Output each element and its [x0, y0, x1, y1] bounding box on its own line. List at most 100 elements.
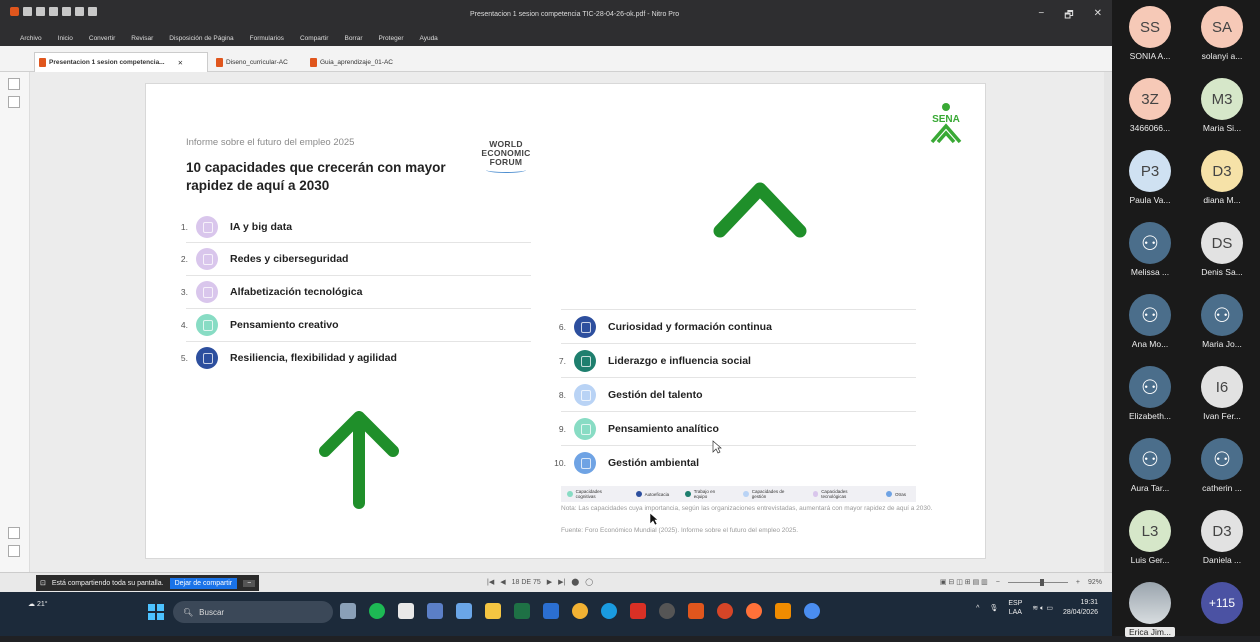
item-number: 10.: [554, 458, 566, 468]
participant-tile[interactable]: ⚇ Elizabeth...: [1114, 366, 1186, 421]
file-explorer-icon[interactable]: [485, 603, 501, 619]
participant-tile[interactable]: ⚇ Maria Jo...: [1186, 294, 1258, 349]
menu-borrar[interactable]: Borrar: [344, 35, 362, 42]
weather-widget[interactable]: ☁ 21°: [28, 600, 48, 608]
view-mode-icons[interactable]: ▣ ⊟ ◫ ⊞ ▤ ▥: [940, 578, 988, 586]
last-page-icon[interactable]: ▶|: [558, 578, 565, 586]
screen: Presentacion 1 sesion competencia TIC-28…: [0, 0, 1112, 636]
menu-revisar[interactable]: Revisar: [131, 35, 153, 42]
participant-tile[interactable]: D3 diana M...: [1186, 150, 1258, 205]
chrome-icon[interactable]: [572, 603, 588, 619]
save-icon[interactable]: [36, 7, 45, 16]
legend-label: Autoeficacia: [644, 491, 670, 497]
zoom-in-icon[interactable]: +: [1076, 579, 1080, 586]
user-silhouette-icon: ⚇: [1129, 294, 1171, 336]
tab-guia-aprendizaje[interactable]: Guia_aprendizaje_01-AC: [306, 52, 397, 72]
participant-tile[interactable]: I6 Ivan Fer...: [1186, 366, 1258, 421]
participant-tile[interactable]: L3 Luis Ger...: [1114, 510, 1186, 565]
menu-proteger[interactable]: Proteger: [379, 35, 404, 42]
menu-ayuda[interactable]: Ayuda: [419, 35, 437, 42]
select-icon[interactable]: [88, 7, 97, 16]
stop-sharing-button[interactable]: Dejar de compartir: [169, 577, 238, 589]
app-icon[interactable]: [427, 603, 443, 619]
vlc-icon[interactable]: [775, 603, 791, 619]
zoom-slider[interactable]: [1007, 578, 1068, 586]
comments-panel-icon[interactable]: [8, 527, 20, 539]
zoom-level[interactable]: 92%: [1088, 579, 1102, 586]
app-icon[interactable]: [804, 603, 820, 619]
participant-tile[interactable]: Erica Jim...: [1114, 582, 1186, 642]
show-hidden-icons-icon[interactable]: ^: [976, 605, 979, 612]
menu-disposicion[interactable]: Disposición de Página: [169, 35, 233, 42]
excel-icon[interactable]: [514, 603, 530, 619]
page-indicator[interactable]: 18 DE 75: [512, 579, 541, 586]
undo-icon[interactable]: [62, 7, 71, 16]
bookmarks-panel-icon[interactable]: [8, 96, 20, 108]
app-icon[interactable]: [456, 603, 472, 619]
minimize-share-banner-button[interactable]: −: [243, 579, 256, 587]
tab-presentacion[interactable]: Presentacion 1 sesion competencia... ✕: [34, 52, 208, 72]
weather-icon: ☁: [28, 601, 35, 608]
tab-diseno-curricular[interactable]: Diseno_curricular-AC: [212, 52, 292, 72]
clock[interactable]: 19:31 28/04/2026: [1063, 598, 1098, 618]
taskbar-search[interactable]: 🔍︎ Buscar: [173, 601, 333, 623]
sena-logo: SENA: [930, 103, 962, 144]
open-icon[interactable]: [23, 7, 32, 16]
language-indicator[interactable]: ESP LAA: [1008, 599, 1022, 617]
participant-name: Maria Jo...: [1202, 339, 1242, 349]
windows-start-icon[interactable]: [148, 604, 164, 620]
menu-inicio[interactable]: Inicio: [58, 35, 73, 42]
previous-page-icon[interactable]: ◀: [500, 578, 505, 586]
participant-tile[interactable]: ⚇ Aura Tar...: [1114, 438, 1186, 493]
participant-tile[interactable]: M3 Maria Si...: [1186, 78, 1258, 133]
divider: [186, 242, 531, 243]
zoom-out-icon[interactable]: −: [996, 579, 1000, 586]
close-window-button[interactable]: ✕: [1094, 8, 1102, 25]
first-page-icon[interactable]: |◀: [487, 578, 494, 586]
nitro-icon[interactable]: [688, 603, 704, 619]
user-silhouette-icon: ⚇: [1201, 438, 1243, 480]
app-icon[interactable]: [717, 603, 733, 619]
participant-tile[interactable]: ⚇ Melissa ...: [1114, 222, 1186, 277]
divider: [561, 343, 916, 344]
go-back-icon[interactable]: ⬤: [571, 578, 579, 586]
participant-tile[interactable]: 3Z 3466066...: [1114, 78, 1186, 133]
print-icon[interactable]: [49, 7, 58, 16]
firefox-icon[interactable]: [746, 603, 762, 619]
participant-tile[interactable]: DS Denis Sa...: [1186, 222, 1258, 277]
microphone-icon[interactable]: 🎙︎: [989, 604, 998, 612]
participant-tile[interactable]: SA solanyi a...: [1186, 6, 1258, 61]
quick-access-toolbar: [10, 7, 97, 16]
pages-panel-icon[interactable]: [8, 78, 20, 90]
wef-logo-arc: [486, 167, 526, 173]
app-icon[interactable]: [543, 603, 559, 619]
app-icon[interactable]: [659, 603, 675, 619]
participant-tile[interactable]: D3 Daniela ...: [1186, 510, 1258, 565]
edge-icon[interactable]: [601, 603, 617, 619]
wifi-sound-battery-icons[interactable]: ≋ 🔈︎ ▭: [1032, 604, 1053, 613]
menu-archivo[interactable]: Archivo: [20, 35, 42, 42]
go-forward-icon[interactable]: ◯: [585, 578, 593, 586]
participant-tile[interactable]: ⚇ Ana Mo...: [1114, 294, 1186, 349]
participant-tile[interactable]: P3 Paula Va...: [1114, 150, 1186, 205]
vertical-scrollbar[interactable]: [1104, 72, 1112, 572]
participant-name: Elizabeth...: [1128, 411, 1172, 421]
menu-compartir[interactable]: Compartir: [300, 35, 329, 42]
restore-window-button[interactable]: 🗗: [1064, 8, 1073, 25]
app-icon[interactable]: [398, 603, 414, 619]
minimize-window-button[interactable]: −: [1038, 8, 1044, 25]
acrobat-icon[interactable]: [630, 603, 646, 619]
participant-tile[interactable]: ⚇ catherin ...: [1186, 438, 1258, 493]
spotify-icon[interactable]: [369, 603, 385, 619]
clock-time: 19:31: [1080, 599, 1098, 606]
menu-formularios[interactable]: Formularios: [250, 35, 284, 42]
participant-tile[interactable]: SS SONIA A...: [1114, 6, 1186, 61]
next-page-icon[interactable]: ▶: [547, 578, 552, 586]
attachments-panel-icon[interactable]: [8, 545, 20, 557]
task-view-icon[interactable]: [340, 603, 356, 619]
menu-convertir[interactable]: Convertir: [89, 35, 115, 42]
nitro-app-icon: [10, 7, 19, 16]
close-tab-icon[interactable]: ✕: [178, 59, 183, 67]
more-participants-button[interactable]: +115: [1186, 582, 1258, 624]
redo-icon[interactable]: [75, 7, 84, 16]
